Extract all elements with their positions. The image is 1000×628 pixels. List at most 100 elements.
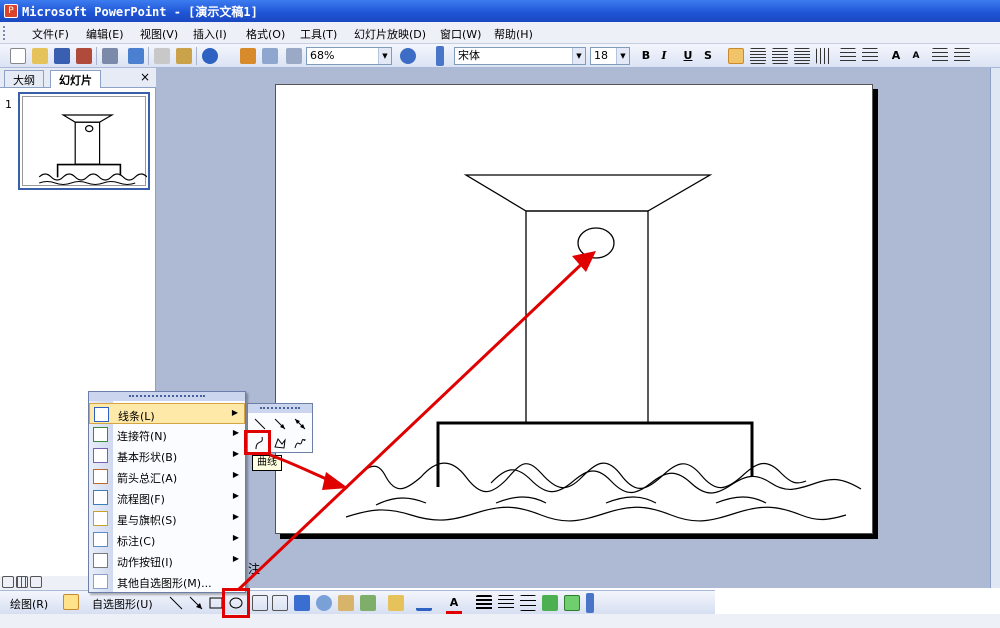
font-name-select[interactable]: 宋体 ▼ xyxy=(454,47,586,65)
submenu-drag-handle[interactable] xyxy=(248,404,312,413)
chevron-down-icon[interactable]: ▼ xyxy=(378,48,391,64)
line-style-icon[interactable] xyxy=(476,595,492,611)
paste-icon[interactable] xyxy=(176,48,192,64)
menu-slideshow[interactable]: 幻灯片放映(D) xyxy=(354,26,426,42)
menu-format[interactable]: 格式(O) xyxy=(246,26,285,42)
menu-item[interactable]: 星与旗帜(S) ▶ xyxy=(89,508,245,529)
clipart-icon[interactable] xyxy=(338,595,354,611)
dash-style-icon[interactable] xyxy=(498,595,514,611)
menu-item[interactable]: 基本形状(B) ▶ xyxy=(89,445,245,466)
tab-outline[interactable]: 大纲 xyxy=(4,70,44,88)
zoom-select[interactable]: 68% ▼ xyxy=(306,47,392,65)
menu-insert[interactable]: 插入(I) xyxy=(193,26,227,42)
font-color-icon[interactable]: A xyxy=(446,595,462,614)
3d-style-icon[interactable] xyxy=(564,595,580,611)
menu-item[interactable]: 箭头总汇(A) ▶ xyxy=(89,466,245,487)
menu-view[interactable]: 视图(V) xyxy=(140,26,178,42)
align-left-icon[interactable] xyxy=(728,48,744,64)
line-tool-icon[interactable] xyxy=(168,595,184,611)
undo-icon[interactable] xyxy=(202,48,218,64)
menu-tools[interactable]: 工具(T) xyxy=(300,26,337,42)
close-icon[interactable]: × xyxy=(140,70,150,84)
menu-window[interactable]: 窗口(W) xyxy=(440,26,481,42)
menubar-grip-icon[interactable] xyxy=(3,26,7,40)
slide-sorter-view-icon[interactable] xyxy=(16,576,28,588)
align-right-icon[interactable] xyxy=(772,48,788,64)
arrow-tool-icon[interactable] xyxy=(188,595,204,611)
textbox-tool-icon[interactable] xyxy=(252,595,268,611)
shadow-style-icon[interactable] xyxy=(542,595,558,611)
slide-number: 1 xyxy=(5,98,12,111)
line-color-icon[interactable] xyxy=(416,595,432,611)
save-icon[interactable] xyxy=(54,48,70,64)
zoom-value: 68% xyxy=(310,49,335,62)
menu-item[interactable]: 流程图(F) ▶ xyxy=(89,487,245,508)
underline-button[interactable]: U xyxy=(680,48,696,64)
tab-slides[interactable]: 幻灯片 xyxy=(50,70,101,88)
shadow-button[interactable]: S xyxy=(700,48,716,64)
powerpoint-app-icon[interactable]: P xyxy=(4,4,18,18)
draw-menu-button[interactable]: 绘图(R) xyxy=(10,596,48,612)
decrease-indent-icon[interactable] xyxy=(932,48,948,64)
chevron-down-icon[interactable]: ▼ xyxy=(616,48,629,64)
menu-drag-handle[interactable] xyxy=(89,392,245,401)
font-size-select[interactable]: 18 ▼ xyxy=(590,47,630,65)
submenu-arrow-icon: ▶ xyxy=(232,449,239,458)
arrow-icon[interactable] xyxy=(272,416,288,432)
title-bar: P Microsoft PowerPoint - [演示文稿1] xyxy=(0,0,1000,22)
copy-icon[interactable] xyxy=(154,48,170,64)
autoshapes-menu-button[interactable]: 自选图形(U) xyxy=(92,596,153,612)
menu-item[interactable]: 连接符(N) ▶ xyxy=(89,424,245,445)
toolbar-options-icon[interactable] xyxy=(586,593,594,613)
fill-color-icon[interactable] xyxy=(388,595,404,611)
insert-chart-icon[interactable] xyxy=(240,48,256,64)
menu-item-label: 箭头总汇(A) xyxy=(117,472,178,485)
curve-highlight-box xyxy=(244,430,271,455)
diagram-icon[interactable] xyxy=(316,595,332,611)
align-center-icon[interactable] xyxy=(750,48,766,64)
notes-placeholder[interactable]: 注 xyxy=(248,560,260,577)
menu-help[interactable]: 帮助(H) xyxy=(494,26,533,42)
menu-edit[interactable]: 编辑(E) xyxy=(86,26,124,42)
increase-font-icon[interactable]: A xyxy=(888,48,904,64)
chevron-down-icon[interactable]: ▼ xyxy=(572,48,585,64)
wordart-icon[interactable] xyxy=(294,595,310,611)
italic-button[interactable]: I xyxy=(656,48,672,64)
select-objects-icon[interactable] xyxy=(63,594,79,610)
spelling-icon[interactable] xyxy=(128,48,144,64)
print-icon[interactable] xyxy=(102,48,118,64)
permission-icon[interactable] xyxy=(76,48,92,64)
decrease-font-icon[interactable]: A xyxy=(908,48,924,64)
open-icon[interactable] xyxy=(32,48,48,64)
numbering-icon[interactable] xyxy=(840,48,856,64)
bold-button[interactable]: B xyxy=(638,48,654,64)
menu-file[interactable]: 文件(F) xyxy=(32,26,69,42)
oval-highlight-box xyxy=(222,588,250,618)
menu-item[interactable]: 线条(L) ▶ xyxy=(89,403,245,424)
slideshow-view-icon[interactable] xyxy=(30,576,42,588)
toolbar-options-icon[interactable] xyxy=(436,46,444,66)
bullets-icon[interactable] xyxy=(862,48,878,64)
double-arrow-icon[interactable] xyxy=(292,416,308,432)
scribble-icon[interactable] xyxy=(292,435,308,451)
block-arrows-icon xyxy=(93,469,108,484)
freeform-icon[interactable] xyxy=(272,435,288,451)
menu-item[interactable]: 标注(C) ▶ xyxy=(89,529,245,550)
submenu-arrow-icon: ▶ xyxy=(232,470,239,479)
new-icon[interactable] xyxy=(10,48,26,64)
justify-icon[interactable] xyxy=(794,48,810,64)
vertical-textbox-icon[interactable] xyxy=(272,595,288,611)
slide-drawing xyxy=(345,174,862,522)
slide-canvas[interactable] xyxy=(275,84,873,534)
slide-thumbnail[interactable] xyxy=(18,92,150,190)
normal-view-icon[interactable] xyxy=(2,576,14,588)
increase-indent-icon[interactable] xyxy=(954,48,970,64)
picture-icon[interactable] xyxy=(360,595,376,611)
insert-table-icon[interactable] xyxy=(262,48,278,64)
menu-item[interactable]: 动作按钮(I) ▶ xyxy=(89,550,245,571)
callouts-icon xyxy=(93,532,108,547)
arrow-style-icon[interactable] xyxy=(520,595,536,611)
help-icon[interactable] xyxy=(400,48,416,64)
grid-icon[interactable] xyxy=(286,48,302,64)
columns-icon[interactable] xyxy=(816,48,832,64)
